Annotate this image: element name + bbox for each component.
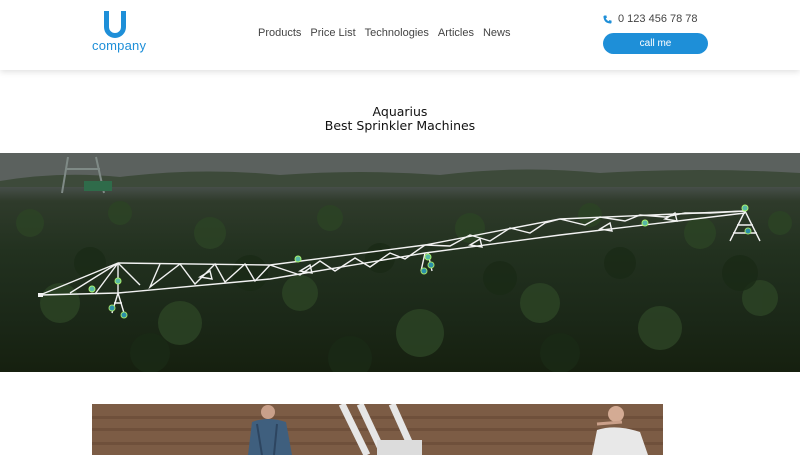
farmers-field-photo <box>92 404 663 455</box>
nav-item-articles[interactable]: Articles <box>438 27 474 39</box>
company-logo[interactable]: company <box>92 10 152 54</box>
nav-item-products[interactable]: Products <box>258 27 301 39</box>
nav-item-technologies[interactable]: Technologies <box>365 27 429 39</box>
hero-title-line-1: Aquarius <box>372 104 428 119</box>
hero-title: Aquarius Best Sprinkler Machines <box>0 105 800 133</box>
phone-icon <box>603 14 612 24</box>
nav-item-news[interactable]: News <box>483 27 511 39</box>
nav-item-price-list[interactable]: Price List <box>310 27 355 39</box>
sprinkler-machine-illustration <box>0 153 800 372</box>
u-logo-icon <box>104 11 126 38</box>
hero-title-line-2: Best Sprinkler Machines <box>324 118 476 133</box>
field-photo-illustration <box>92 404 663 455</box>
logo-text: company <box>92 38 147 53</box>
phone-contact: 0 123 456 78 78 <box>603 13 698 25</box>
hero-video-banner[interactable] <box>0 153 800 372</box>
site-header: company Products Price List Technologies… <box>0 0 800 70</box>
main-nav: Products Price List Technologies Article… <box>258 27 519 39</box>
phone-number[interactable]: 0 123 456 78 78 <box>618 13 698 25</box>
call-me-button[interactable]: call me <box>603 33 708 54</box>
